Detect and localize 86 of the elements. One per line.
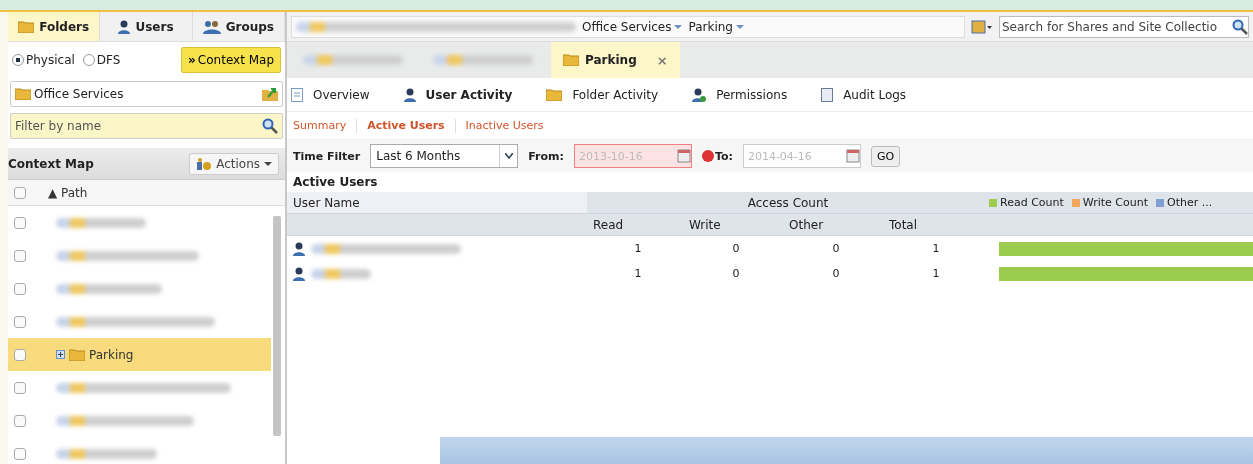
column-header: Read: [587, 214, 683, 236]
table-cell-text: 1: [633, 241, 643, 257]
panel-tab[interactable]: Folders: [8, 12, 101, 41]
radio-button[interactable]: [82, 54, 95, 66]
site-menu-icon[interactable]: [971, 18, 993, 35]
view-tab[interactable]: Audit Logs: [821, 87, 941, 102]
column-header[interactable]: ▲ Path: [48, 185, 88, 200]
filter-label: Time Filter: [293, 149, 361, 163]
table-cell-text: 1: [931, 266, 941, 282]
table-cell-text: 1: [931, 241, 941, 257]
folder-icon: [69, 348, 85, 361]
row-checkbox[interactable]: [14, 282, 26, 295]
column-header: Other: [783, 214, 883, 236]
legend-label: Read Count: [1000, 196, 1064, 209]
row-checkbox[interactable]: [14, 414, 26, 427]
radio-option[interactable]: Physical: [12, 53, 75, 67]
breadcrumb-item[interactable]: Parking: [688, 19, 744, 34]
folder-icon: [15, 88, 31, 100]
from-label: From:: [528, 149, 564, 163]
document-tab[interactable]: Parking ×: [551, 42, 680, 78]
to-label: To:: [714, 149, 733, 163]
tree-row[interactable]: Parking: [8, 338, 271, 371]
sub-tab-link[interactable]: Summary: [293, 119, 347, 132]
view-tab[interactable]: User Activity: [403, 87, 547, 102]
calendar-icon[interactable]: [845, 149, 860, 163]
view-tab[interactable]: Permissions: [692, 87, 822, 102]
legend-label: Write Count: [1082, 196, 1149, 209]
table-cell-text: 0: [831, 266, 841, 282]
document-icon: [291, 87, 303, 102]
book-icon: [821, 87, 834, 102]
time-range-select[interactable]: Last 6 Months: [370, 144, 519, 168]
row-checkbox[interactable]: [14, 381, 26, 394]
go-button[interactable]: GO: [870, 145, 901, 167]
radio-button[interactable]: [12, 54, 24, 66]
row-checkbox[interactable]: [14, 216, 26, 229]
row-checkbox[interactable]: [14, 249, 26, 262]
table-cell-text: 0: [731, 266, 741, 282]
actions-icon: [196, 156, 213, 171]
table-cell-text: 1: [633, 266, 643, 282]
column-header: Total: [883, 214, 983, 236]
sub-tab-link[interactable]: Inactive Users: [465, 119, 544, 132]
panel-title: Context Map: [8, 156, 94, 171]
expand-icon[interactable]: [56, 350, 65, 359]
calendar-icon[interactable]: [676, 149, 691, 163]
folder-arrow-icon[interactable]: [262, 87, 278, 101]
search-box[interactable]: Search for Shares and Site Collectio: [999, 15, 1249, 38]
folder-icon: [546, 88, 563, 101]
user-icon: [403, 87, 416, 102]
warning-icon: [701, 150, 714, 162]
column-group-header: Access Count: [587, 192, 983, 214]
view-tab[interactable]: Folder Activity: [546, 87, 693, 102]
folder-icon: [18, 20, 35, 33]
sub-tab-link[interactable]: Active Users: [367, 119, 445, 132]
select-all-checkbox[interactable]: [14, 186, 26, 199]
radio-label: DFS: [96, 53, 121, 67]
user-icon: [118, 19, 131, 34]
row-checkbox[interactable]: [14, 315, 26, 328]
folder-field[interactable]: Office Services: [10, 81, 283, 107]
actions-button[interactable]: Actions: [189, 152, 279, 175]
scrollbar-thumb[interactable]: [273, 216, 281, 436]
filter-box[interactable]: Filter by name: [10, 113, 283, 139]
folder-icon: [563, 54, 579, 66]
dropdown-icon: [504, 153, 513, 159]
user-icon: [293, 266, 305, 281]
redacted-user-name: [311, 268, 371, 279]
column-header: User Name: [287, 192, 587, 214]
search-icon[interactable]: [262, 118, 278, 134]
group-icon: [202, 19, 221, 34]
column-header: Write: [683, 214, 783, 236]
search-icon[interactable]: [1232, 18, 1248, 35]
view-tab[interactable]: Overview: [291, 87, 404, 102]
radio-label: Physical: [26, 53, 75, 67]
context-map-button[interactable]: » Context Map: [181, 47, 281, 73]
table-cell-text: 0: [731, 241, 741, 257]
breadcrumb-item[interactable]: Office Services: [582, 19, 683, 34]
legend-label: Other ...: [1167, 196, 1213, 209]
filter-field[interactable]: Filter by name: [15, 119, 259, 133]
folder-name: Parking: [89, 347, 134, 362]
table-cell-text: 0: [831, 241, 841, 257]
radio-option[interactable]: DFS: [82, 53, 121, 67]
user-icon: [293, 241, 305, 256]
section-title: Active Users: [293, 175, 378, 189]
close-tab-button[interactable]: ×: [642, 52, 668, 68]
user-check-icon: [692, 87, 707, 102]
row-checkbox[interactable]: [14, 348, 26, 361]
row-checkbox[interactable]: [14, 447, 26, 460]
